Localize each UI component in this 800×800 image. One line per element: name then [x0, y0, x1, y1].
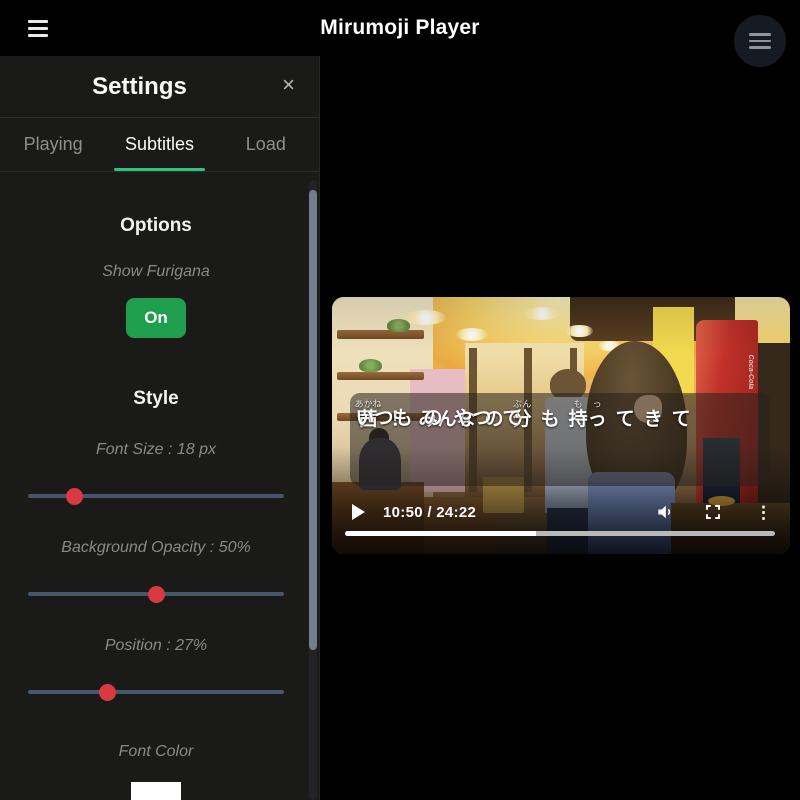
background-opacity-label: Background Opacity : 50%: [61, 539, 251, 556]
subtitle-word[interactable]: 持っもっ: [569, 399, 607, 431]
slider-thumb[interactable]: [66, 488, 84, 505]
top-bar: Mirumoji Player: [0, 0, 800, 67]
position-label: Position : 27%: [104, 637, 208, 654]
font-color-label: Font Color: [118, 743, 194, 760]
hamburger-icon: [749, 33, 771, 36]
play-button[interactable]: [352, 504, 365, 520]
subtitle-word[interactable]: で: [503, 408, 522, 430]
subtitle-word[interactable]: いつも: [356, 408, 413, 430]
app-title: Mirumoji Player: [320, 16, 480, 39]
settings-panel-content: Options Show Furigana On Style Font Size…: [0, 173, 312, 800]
video-progress-bar[interactable]: [345, 531, 775, 536]
subtitle-word[interactable]: やつ: [454, 408, 492, 430]
subtitle-word[interactable]: も: [541, 409, 560, 431]
video-progress-fill: [345, 531, 537, 536]
video-controls: 10:50 / 24:22 ⋮: [332, 497, 790, 527]
options-heading: Options: [120, 215, 192, 236]
position-slider[interactable]: [28, 683, 284, 701]
subtitle-word[interactable]: て: [672, 409, 691, 431]
subtitle-line: 茜あかね！ みんなの分ぶんも 持っもってきて: [350, 399, 691, 430]
panel-scrollbar[interactable]: [309, 180, 317, 800]
panel-scrollbar-thumb[interactable]: [309, 190, 317, 650]
subtitle-line: いつものやつで: [350, 408, 522, 429]
tab-subtitles[interactable]: Subtitles: [106, 118, 212, 171]
main-stage: Coca-Cola 茜あかね！みんなの分ぶんも持っもってきていつものやつで 10…: [320, 56, 800, 800]
slider-thumb[interactable]: [99, 684, 117, 701]
style-heading: Style: [133, 388, 179, 409]
tab-playing[interactable]: Playing: [0, 118, 106, 171]
font-size-slider[interactable]: [28, 487, 284, 505]
volume-icon[interactable]: [655, 502, 675, 522]
subtitle-word[interactable]: き: [644, 409, 663, 431]
video-player[interactable]: Coca-Cola 茜あかね！みんなの分ぶんも持っもってきていつものやつで 10…: [332, 297, 790, 554]
panel-title: Settings: [92, 72, 187, 100]
font-color-swatch[interactable]: [131, 782, 181, 800]
tab-load[interactable]: Load: [213, 118, 319, 171]
settings-panel-header: Settings ×: [0, 56, 319, 118]
slider-thumb[interactable]: [148, 586, 165, 603]
hamburger-icon: [749, 46, 771, 49]
hamburger-icon: [749, 39, 771, 43]
menu-circle-button[interactable]: [734, 15, 786, 67]
subtitle-overlay[interactable]: 茜あかね！ みんなの分ぶんも 持っもってきていつものやつで: [350, 393, 770, 486]
settings-panel: Settings × Playing Subtitles Load Option…: [0, 56, 320, 800]
font-size-label: Font Size : 18 px: [95, 441, 217, 458]
subtitle-word[interactable]: て: [616, 409, 635, 431]
slider-track: [28, 690, 284, 694]
close-icon[interactable]: ×: [282, 74, 295, 96]
subtitle-word[interactable]: の: [424, 408, 443, 430]
fullscreen-icon[interactable]: [703, 502, 723, 522]
settings-tabs: Playing Subtitles Load: [0, 118, 319, 172]
background-opacity-slider[interactable]: [28, 585, 284, 603]
show-furigana-label: Show Furigana: [102, 263, 210, 280]
more-options-icon[interactable]: ⋮: [755, 504, 772, 521]
time-display: 10:50 / 24:22: [383, 503, 477, 521]
furigana-toggle-button[interactable]: On: [126, 298, 186, 338]
